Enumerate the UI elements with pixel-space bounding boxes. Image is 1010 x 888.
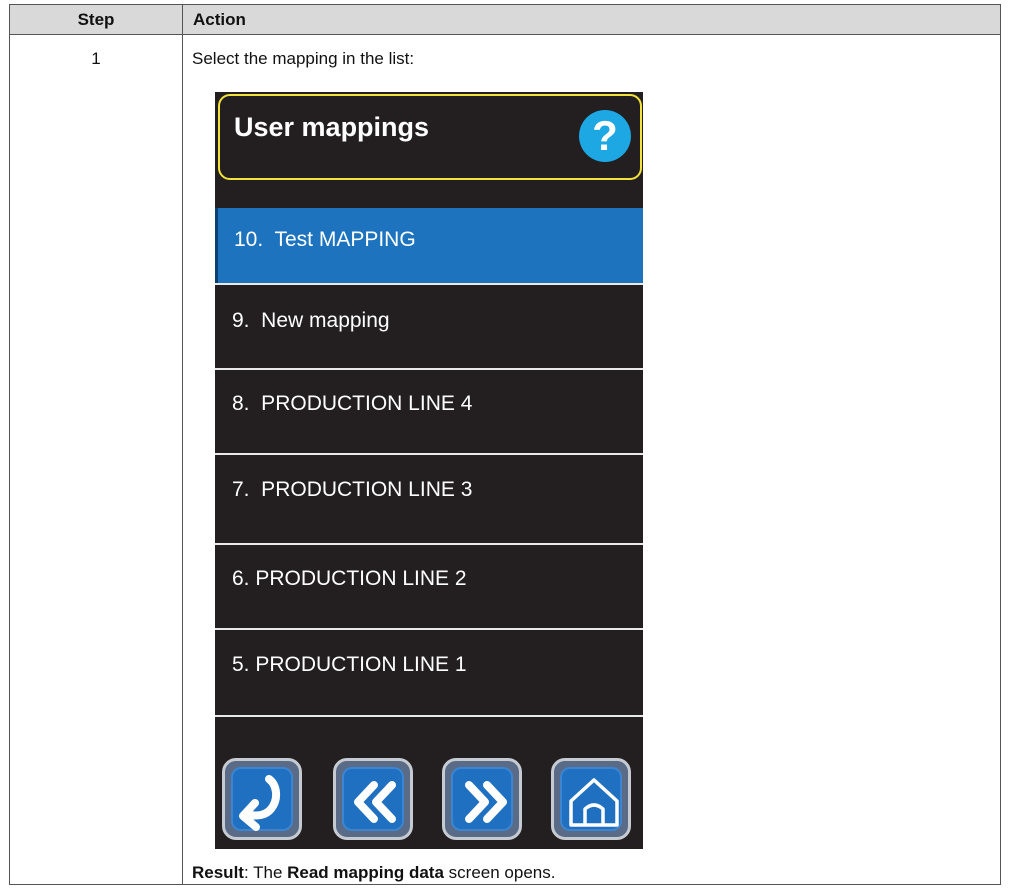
- result-label: Result: [192, 863, 244, 882]
- step-instruction: Select the mapping in the list:: [192, 49, 415, 68]
- return-button[interactable]: [222, 758, 302, 840]
- page-next-button[interactable]: [442, 758, 522, 840]
- home-icon: [569, 778, 619, 827]
- help-icon[interactable]: ?: [579, 110, 631, 162]
- mapping-list-item[interactable]: 10. Test MAPPING: [215, 208, 643, 283]
- header-step: Step: [77, 10, 115, 29]
- mapping-list-item[interactable]: 5. PRODUCTION LINE 1: [215, 633, 643, 708]
- mapping-list-item[interactable]: 6. PRODUCTION LINE 2: [215, 547, 643, 622]
- mapping-label: 5. PRODUCTION LINE 1: [232, 653, 467, 676]
- list-separator: [215, 368, 643, 370]
- return-icon: [239, 775, 280, 831]
- title-bar: User mappings ?: [218, 94, 642, 180]
- page-next-icon: [465, 781, 507, 823]
- mapping-list-item[interactable]: 9. New mapping: [215, 289, 643, 364]
- mapping-label: 9. New mapping: [232, 309, 390, 332]
- mapping-label: 10. Test MAPPING: [234, 228, 416, 251]
- header-action: Action: [193, 10, 246, 29]
- step-number: 1: [91, 49, 101, 68]
- list-separator: [215, 283, 643, 285]
- result-prefix: : The: [243, 863, 288, 882]
- list-separator: [215, 715, 643, 717]
- mapping-list-item[interactable]: 8. PRODUCTION LINE 4: [215, 372, 643, 447]
- list-separator: [215, 543, 643, 545]
- mapping-label: 8. PRODUCTION LINE 4: [232, 392, 473, 415]
- mapping-label: 6. PRODUCTION LINE 2: [232, 567, 467, 590]
- page-previous-button[interactable]: [333, 758, 413, 840]
- home-button[interactable]: [551, 758, 631, 840]
- screen-title: User mappings: [234, 112, 430, 142]
- result-screen-name: Read mapping data: [287, 863, 444, 882]
- column-divider: [182, 5, 183, 884]
- page-previous-icon: [354, 781, 396, 823]
- list-separator: [215, 453, 643, 455]
- mapping-list-item[interactable]: 7. PRODUCTION LINE 3: [215, 458, 643, 533]
- step-result: Result: The Read mapping data screen ope…: [192, 863, 555, 883]
- mapping-label: 7. PRODUCTION LINE 3: [232, 478, 473, 501]
- result-suffix: screen opens.: [443, 863, 556, 882]
- list-separator: [215, 628, 643, 630]
- device-screenshot: User mappings ? 10. Test MAPPING 9. New …: [215, 92, 643, 849]
- table-header-row: Step Action: [10, 5, 1000, 35]
